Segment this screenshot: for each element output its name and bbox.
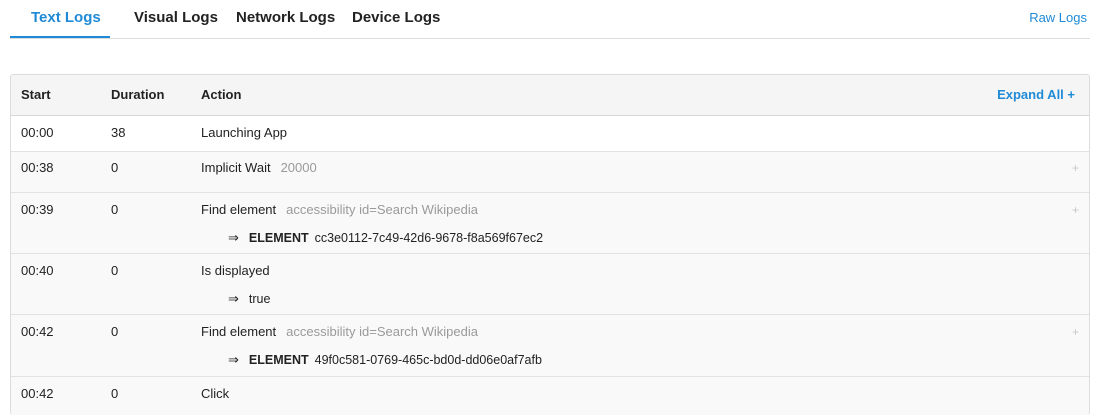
row-duration: 38 (111, 125, 126, 140)
row-action: Launching App (201, 116, 287, 150)
action-result: ⇒ ELEMENT 49f0c581-0769-465c-bd0d-dd06e0af… (228, 345, 542, 375)
action-param: accessibility id=Search Wikipedia (286, 324, 478, 339)
log-tabs-bar: Text Logs Visual Logs Network Logs Devic… (10, 0, 1090, 39)
table-row: 00:42 0 Click (11, 377, 1089, 415)
row-start-time: 00:40 (21, 263, 54, 278)
table-header: Start Duration Action Expand All + (11, 75, 1089, 116)
row-action: Implicit Wait 20000 (201, 152, 317, 184)
action-name: Is displayed (201, 263, 270, 278)
expand-all-button[interactable]: Expand All + (997, 75, 1075, 115)
column-header-start: Start (21, 87, 51, 102)
action-name: Find element (201, 324, 277, 339)
row-start-time: 00:39 (21, 202, 54, 217)
tab-device-logs[interactable]: Device Logs (352, 0, 440, 38)
column-header-duration: Duration (111, 87, 165, 102)
action-result: ⇒ true (228, 284, 270, 314)
result-value: 49f0c581-0769-465c-bd0d-dd06e0af7afb (314, 353, 542, 367)
tab-visual-logs[interactable]: Visual Logs (134, 0, 218, 38)
row-duration: 0 (111, 324, 119, 339)
result-label: ELEMENT (248, 353, 309, 367)
table-row[interactable]: 00:39 0 Find element accessibility id=Sea… (11, 193, 1089, 254)
row-action: Find element accessibility id=Search Wiki… (201, 315, 478, 349)
active-tab-indicator (10, 36, 110, 38)
result-arrow-icon: ⇒ (228, 230, 239, 245)
action-name: Launching App (201, 125, 288, 140)
row-duration: 0 (111, 202, 119, 217)
action-name: Click (201, 386, 230, 401)
row-action: Find element accessibility id=Search Wiki… (201, 193, 478, 227)
table-row[interactable]: 00:38 0 Implicit Wait 20000 + (11, 152, 1089, 193)
row-duration: 0 (111, 386, 119, 401)
row-start-time: 00:00 (21, 125, 54, 140)
result-arrow-icon: ⇒ (228, 352, 239, 367)
result-value: true (248, 292, 271, 306)
row-start-time: 00:42 (21, 324, 54, 339)
table-row[interactable]: 00:42 0 Find element accessibility id=Sea… (11, 315, 1089, 377)
tab-text-logs[interactable]: Text Logs (31, 0, 101, 38)
row-action: Click (201, 377, 229, 411)
result-arrow-icon: ⇒ (228, 291, 239, 306)
expand-row-icon[interactable]: + (1072, 315, 1079, 349)
row-start-time: 00:42 (21, 386, 54, 401)
table-row: 00:40 0 Is displayed ⇒ true (11, 254, 1089, 315)
expand-row-icon[interactable]: + (1072, 193, 1079, 227)
column-header-action: Action (201, 87, 242, 102)
result-value: cc3e0112-7c49-42d6-9678-f8a569f67ec2 (314, 231, 544, 245)
table-row: 00:00 38 Launching App (11, 116, 1089, 152)
row-duration: 0 (111, 160, 119, 175)
log-table: Start Duration Action Expand All + 00:00… (10, 74, 1090, 415)
action-name: Implicit Wait (201, 160, 271, 175)
expand-row-icon[interactable]: + (1072, 152, 1079, 184)
tab-network-logs[interactable]: Network Logs (236, 0, 335, 38)
action-name: Find element (201, 202, 277, 217)
action-param: 20000 (280, 160, 317, 175)
row-duration: 0 (111, 263, 119, 278)
row-action: Is displayed (201, 254, 270, 288)
action-param: accessibility id=Search Wikipedia (286, 202, 478, 217)
result-label: ELEMENT (248, 231, 309, 245)
row-start-time: 00:38 (21, 160, 54, 175)
action-result: ⇒ ELEMENT cc3e0112-7c49-42d6-9678-f8a569f6… (228, 223, 543, 253)
raw-logs-link[interactable]: Raw Logs (1029, 0, 1087, 36)
